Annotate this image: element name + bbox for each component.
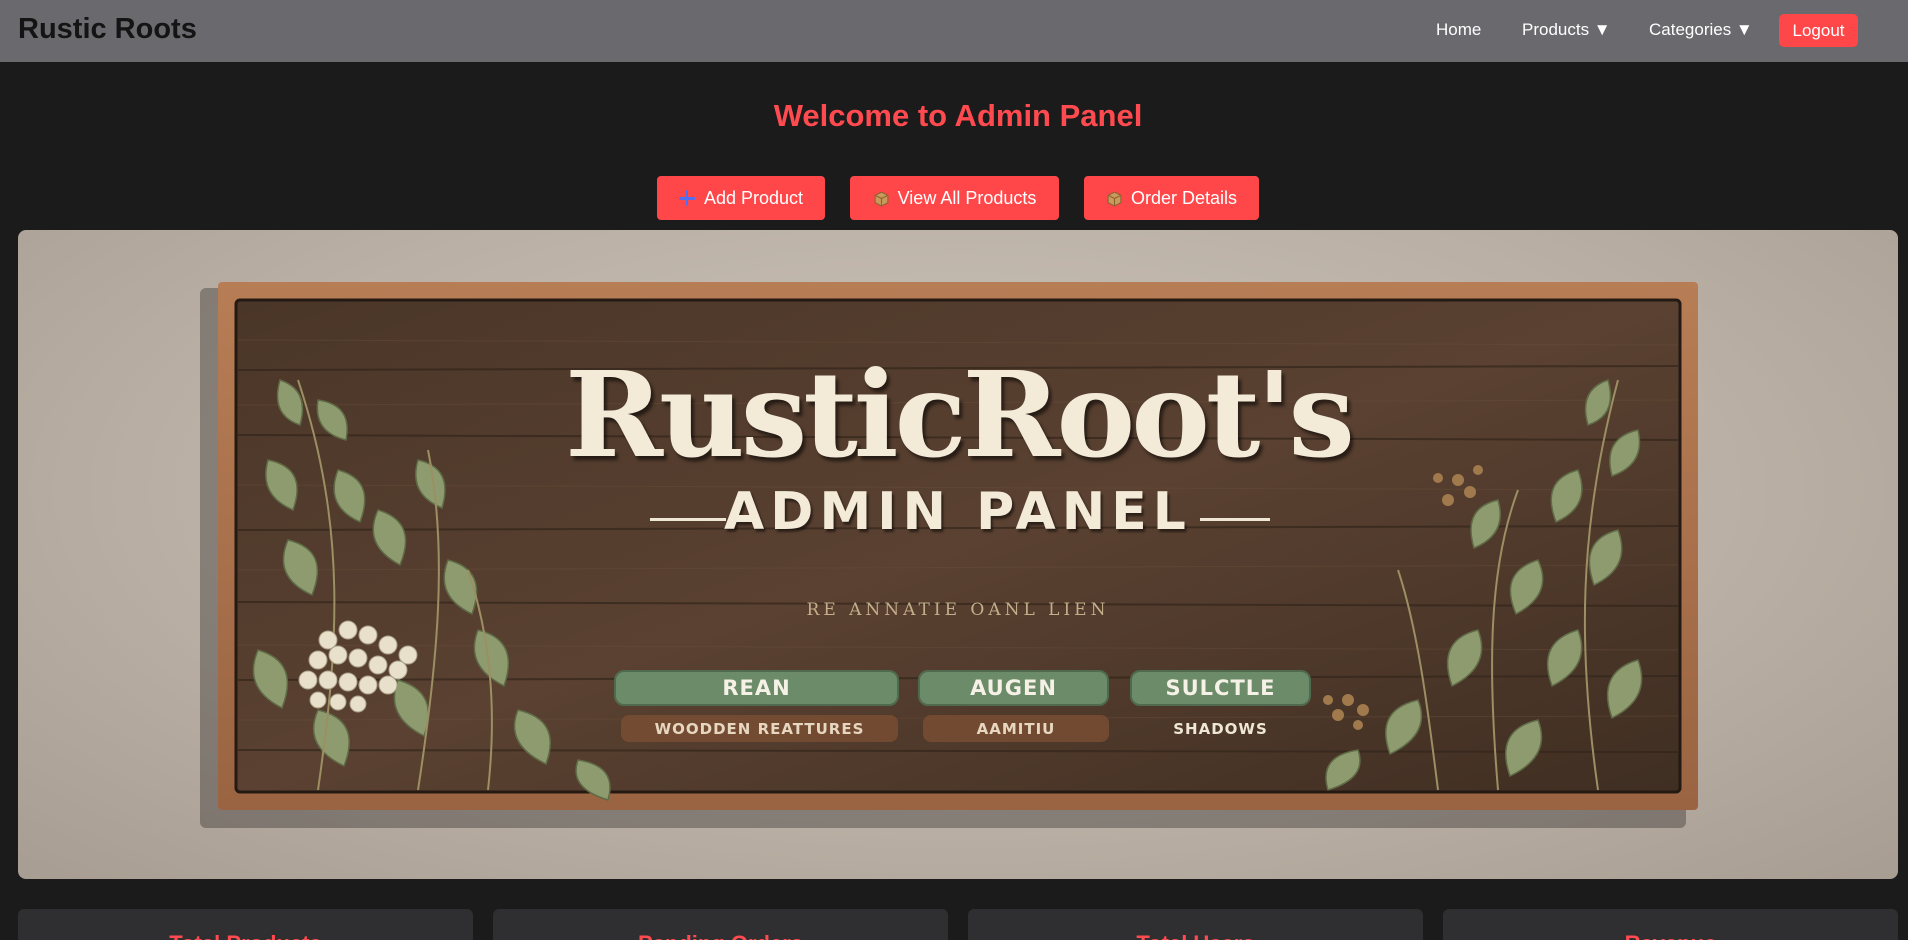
stat-card-total-products: Total Products xyxy=(18,909,473,940)
wooden-sign-illustration xyxy=(200,282,1698,828)
nav-products-dropdown[interactable]: Products ▼ xyxy=(1522,20,1611,40)
add-product-label: Add Product xyxy=(703,187,804,208)
stat-card-label: Revenue xyxy=(1443,931,1898,940)
stat-card-label: Pending Orders xyxy=(493,931,948,940)
package-icon xyxy=(873,190,889,207)
order-details-label: Order Details xyxy=(1130,187,1238,208)
admin-banner-image: RusticRoot's ADMIN PANEL RE ANNATIE OANL… xyxy=(18,230,1898,879)
stat-card-label: Total Products xyxy=(18,931,473,940)
view-all-products-label: View All Products xyxy=(897,187,1037,208)
stat-card-revenue: Revenue xyxy=(1443,909,1898,940)
banner-pill-caption: SHADOWS xyxy=(1173,719,1268,738)
banner-pill: AUGEN xyxy=(918,670,1109,706)
banner-tagline: RE ANNATIE OANL LIEN xyxy=(806,600,1110,620)
nav-categories-dropdown[interactable]: Categories ▼ xyxy=(1649,20,1753,40)
banner-subtitle: ADMIN PANEL xyxy=(724,482,1192,542)
banner-title: RusticRoot's xyxy=(564,345,1355,484)
package-icon xyxy=(1106,190,1122,207)
plus-icon xyxy=(678,190,695,206)
stat-card-pending-orders: Pending Orders xyxy=(493,909,948,940)
banner-pill-caption: AAMITIU xyxy=(923,715,1109,742)
logout-button[interactable]: Logout xyxy=(1779,14,1858,47)
view-all-products-button[interactable]: View All Products xyxy=(850,176,1059,220)
top-navbar: Rustic Roots Home Products ▼ Categories … xyxy=(0,0,1908,62)
stat-card-total-users: Total Users xyxy=(968,909,1423,940)
add-product-button[interactable]: Add Product xyxy=(657,176,825,220)
subtitle-rule-right xyxy=(1200,518,1270,521)
stat-card-label: Total Users xyxy=(968,931,1423,940)
banner-pill-caption: WOODDEN REATTURES xyxy=(621,715,898,742)
order-details-button[interactable]: Order Details xyxy=(1084,176,1259,220)
brand-logo[interactable]: Rustic Roots xyxy=(18,13,197,46)
banner-pill: REAN xyxy=(614,670,899,706)
page-title: Welcome to Admin Panel xyxy=(773,98,1143,133)
banner-pill: SULCTLE xyxy=(1130,670,1311,706)
nav-home-link[interactable]: Home xyxy=(1436,20,1481,40)
